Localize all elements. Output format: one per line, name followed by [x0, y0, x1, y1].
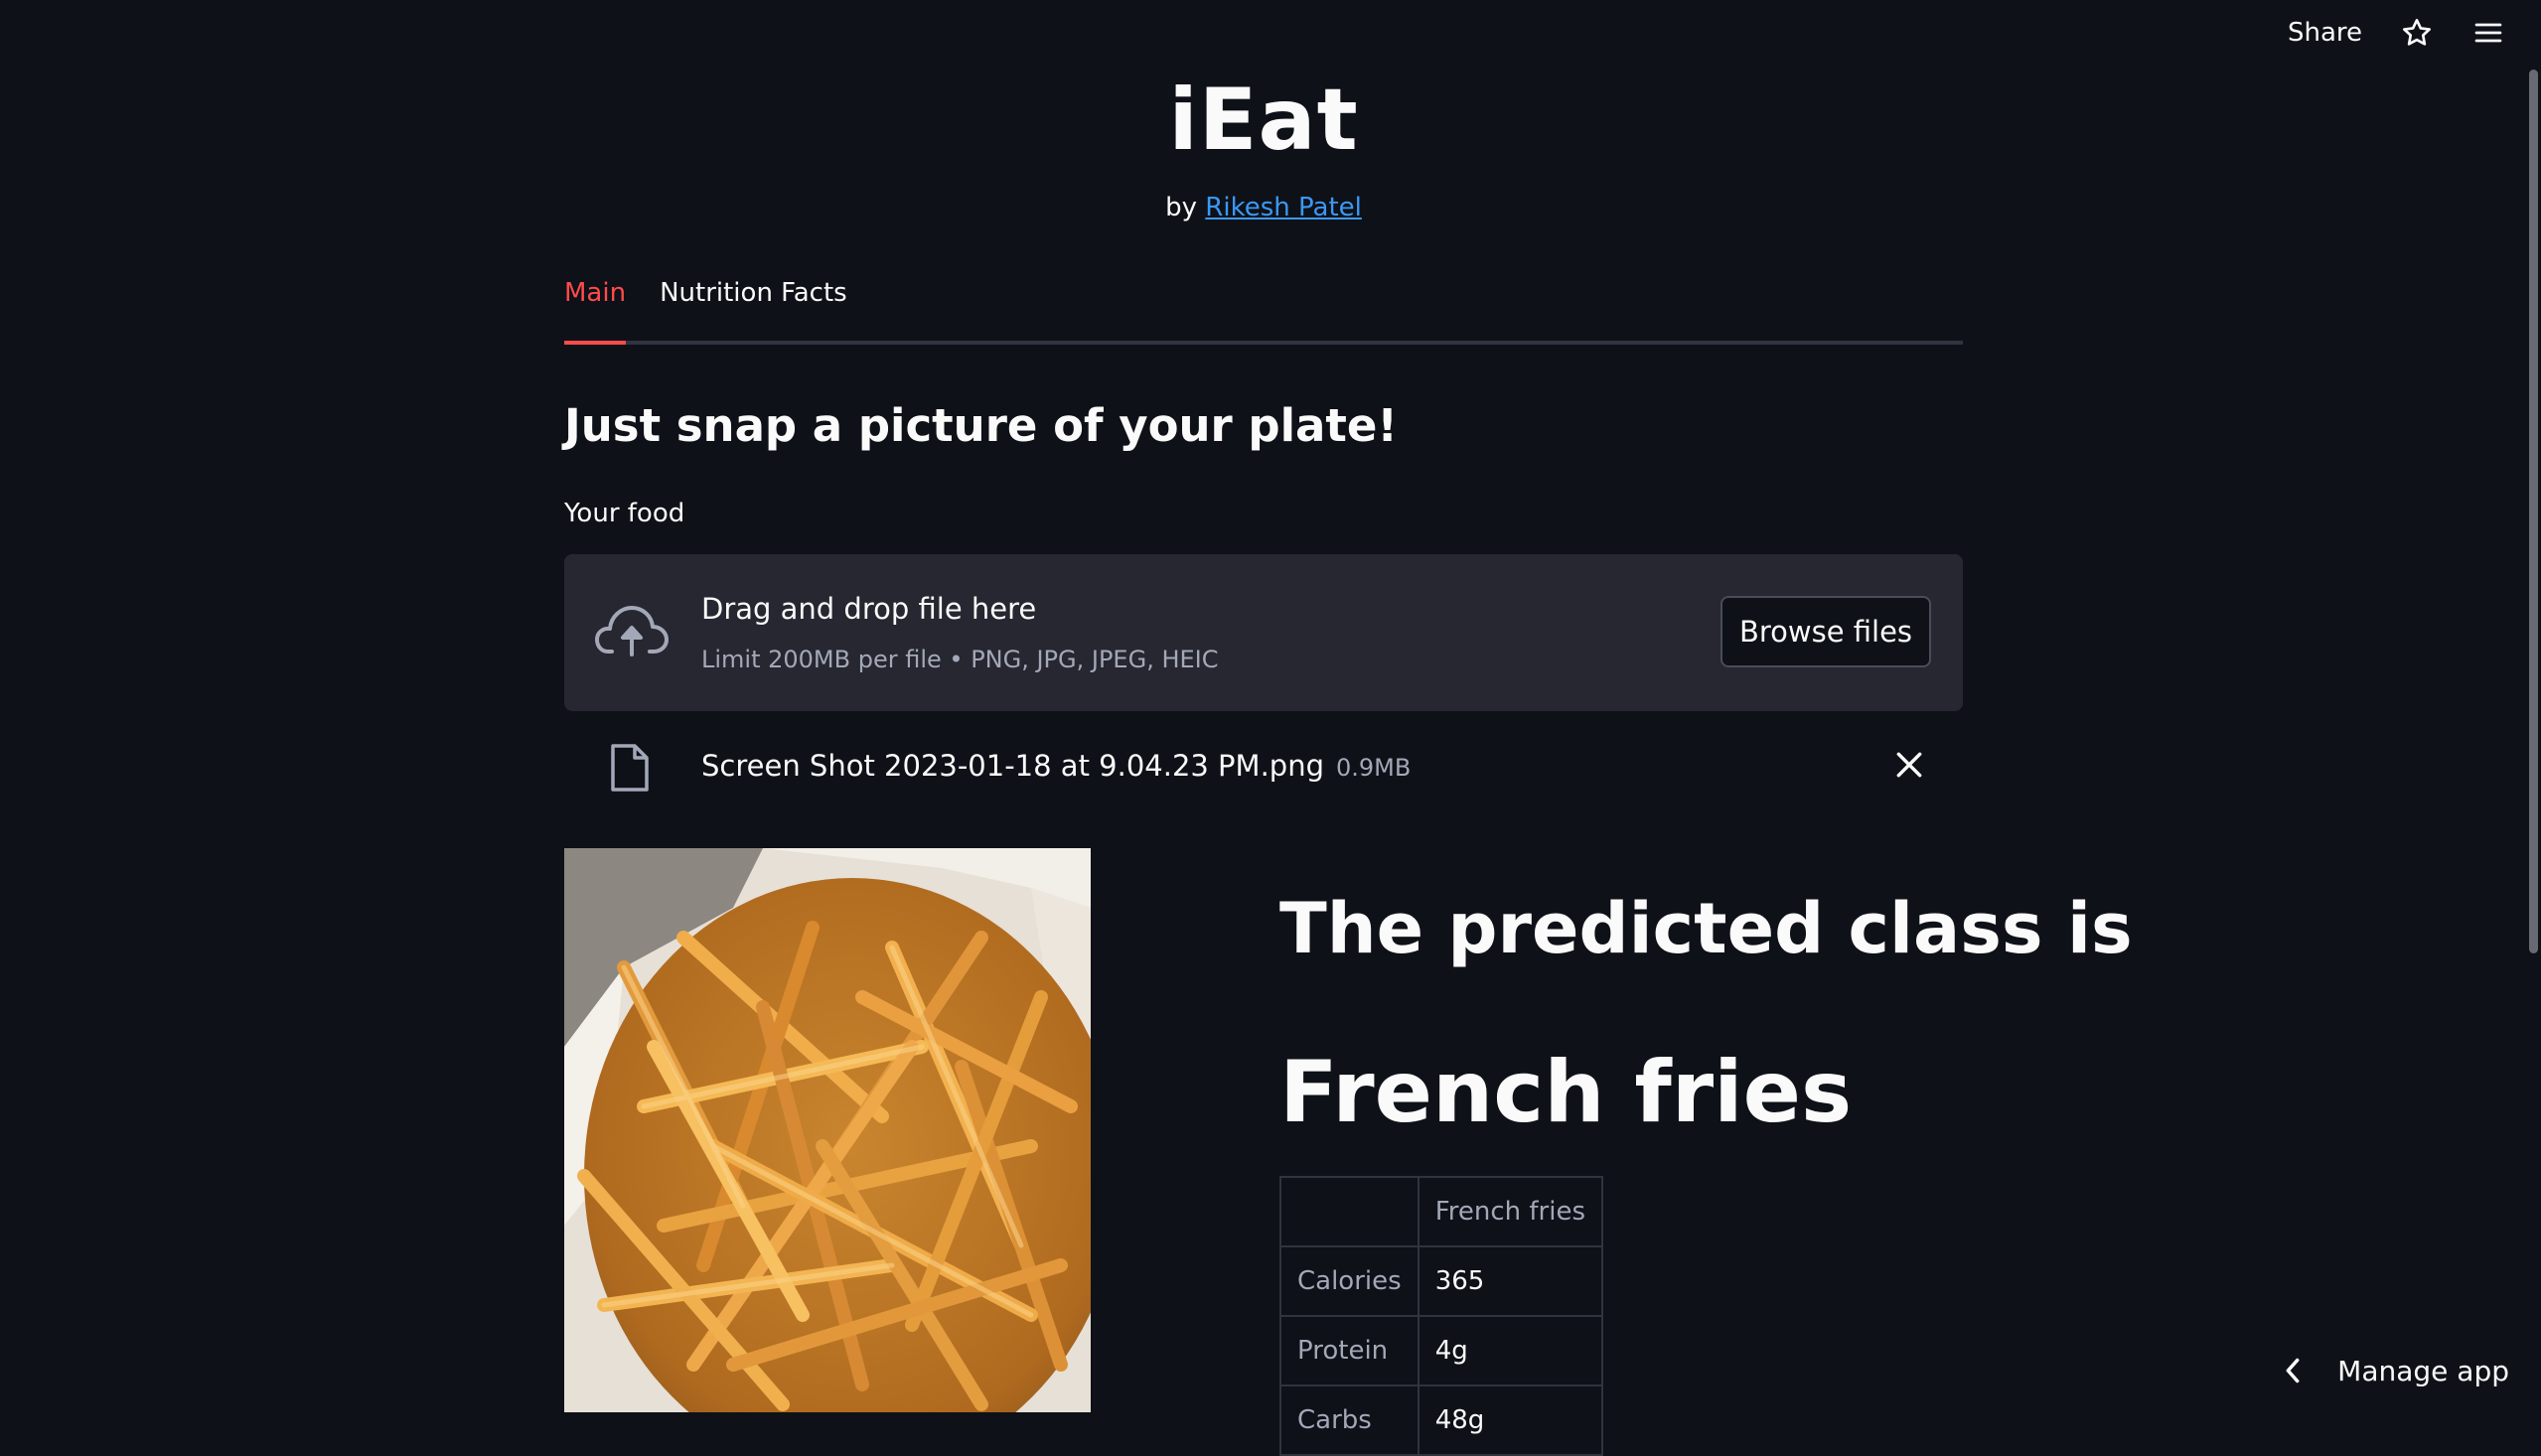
manage-app-button[interactable]: Manage app — [2282, 1343, 2509, 1398]
table-row-label: Protein — [1280, 1316, 1419, 1385]
food-photo — [564, 848, 1091, 1412]
tab-main[interactable]: Main — [564, 270, 626, 341]
table-row: Calories 365 — [1280, 1246, 1602, 1316]
file-icon — [610, 743, 650, 793]
app-title: iEat — [564, 77, 1963, 163]
hamburger-menu-icon[interactable] — [2471, 16, 2505, 50]
table-row: Protein 4g — [1280, 1316, 1602, 1385]
table-cell: 365 — [1419, 1246, 1602, 1316]
uploader-label: Your food — [564, 499, 684, 528]
dropzone-title: Drag and drop file here — [701, 592, 1036, 626]
table-header-row: French fries — [1280, 1177, 1602, 1246]
prediction-value: French fries — [1279, 1043, 1852, 1142]
section-heading: Just snap a picture of your plate! — [564, 399, 1398, 452]
tab-bar: Main Nutrition Facts — [564, 270, 1963, 345]
nutrition-table: French fries Calories 365 Protein 4g Car… — [1279, 1176, 1603, 1456]
top-toolbar: Share — [2288, 0, 2541, 66]
table-cell: 48g — [1419, 1385, 1602, 1455]
byline-prefix: by — [1165, 193, 1197, 222]
page-scrollbar[interactable] — [2529, 70, 2538, 953]
author-link[interactable]: Rikesh Patel — [1205, 193, 1362, 222]
table-row-label: Carbs — [1280, 1385, 1419, 1455]
manage-app-label: Manage app — [2337, 1355, 2509, 1387]
share-button[interactable]: Share — [2288, 18, 2362, 48]
file-size: 0.9MB — [1336, 754, 1411, 782]
prediction-label: The predicted class is — [1279, 888, 2133, 969]
tab-nutrition-facts[interactable]: Nutrition Facts — [660, 270, 847, 341]
browse-files-button[interactable]: Browse files — [1720, 596, 1931, 667]
byline: by Rikesh Patel — [564, 193, 1963, 222]
chevron-left-icon — [2282, 1357, 2304, 1384]
table-cell: 4g — [1419, 1316, 1602, 1385]
file-name-text: Screen Shot 2023-01-18 at 9.04.23 PM.png — [701, 749, 1324, 783]
close-icon[interactable] — [1893, 749, 1925, 781]
cloud-upload-icon — [594, 602, 670, 663]
file-name: Screen Shot 2023-01-18 at 9.04.23 PM.png… — [701, 749, 1411, 783]
file-dropzone[interactable]: Drag and drop file here Limit 200MB per … — [564, 554, 1963, 711]
star-icon[interactable] — [2400, 16, 2434, 50]
table-row-label: Calories — [1280, 1246, 1419, 1316]
dropzone-limit-text: Limit 200MB per file • PNG, JPG, JPEG, H… — [701, 646, 1219, 673]
table-column-header: French fries — [1419, 1177, 1602, 1246]
table-row: Carbs 48g — [1280, 1385, 1602, 1455]
table-corner-cell — [1280, 1177, 1419, 1246]
uploaded-file-row: Screen Shot 2023-01-18 at 9.04.23 PM.png… — [564, 735, 1963, 801]
